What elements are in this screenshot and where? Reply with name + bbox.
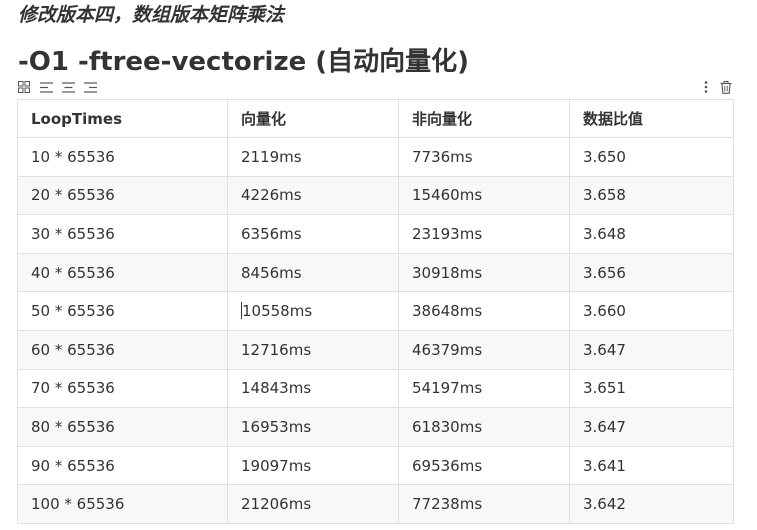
- cell-vectorized[interactable]: 12716ms: [227, 329, 399, 370]
- header-non-vectorized[interactable]: 非向量化: [398, 99, 570, 138]
- cell-looptimes[interactable]: 20 * 65536: [17, 175, 228, 216]
- table-row: 30 * 65536 6356ms 23193ms 3.648: [17, 214, 734, 254]
- cell-ratio[interactable]: 3.642: [569, 484, 734, 524]
- cell-ratio[interactable]: 3.651: [569, 368, 734, 409]
- cell-non-vectorized[interactable]: 15460ms: [398, 175, 570, 216]
- table-row: 60 * 65536 12716ms 46379ms 3.647: [17, 329, 734, 370]
- table-row: 70 * 65536 14843ms 54197ms 3.651: [17, 368, 734, 409]
- trash-icon[interactable]: [719, 80, 733, 94]
- cell-vectorized-text: 10558ms: [242, 302, 313, 321]
- more-vertical-icon[interactable]: [699, 80, 713, 94]
- header-looptimes[interactable]: LoopTimes: [17, 99, 228, 138]
- cell-non-vectorized[interactable]: 7736ms: [398, 137, 570, 177]
- table-row: 40 * 65536 8456ms 30918ms 3.656: [17, 252, 734, 293]
- cell-looptimes[interactable]: 10 * 65536: [17, 137, 228, 177]
- align-right-icon[interactable]: [83, 80, 97, 94]
- cell-vectorized[interactable]: 14843ms: [227, 368, 399, 409]
- cell-non-vectorized[interactable]: 30918ms: [398, 252, 570, 293]
- cell-looptimes[interactable]: 100 * 65536: [17, 484, 228, 524]
- table-toolbar-left: [17, 78, 105, 96]
- grid-icon[interactable]: [17, 80, 31, 94]
- cell-ratio[interactable]: 3.658: [569, 175, 734, 216]
- cell-vectorized[interactable]: 16953ms: [227, 407, 399, 447]
- header-vectorized[interactable]: 向量化: [227, 99, 399, 138]
- cell-vectorized[interactable]: 19097ms: [227, 445, 399, 486]
- align-center-icon[interactable]: [61, 80, 75, 94]
- cell-looptimes[interactable]: 70 * 65536: [17, 368, 228, 409]
- cell-non-vectorized[interactable]: 46379ms: [398, 329, 570, 370]
- cell-looptimes[interactable]: 30 * 65536: [17, 214, 228, 254]
- benchmark-table: LoopTimes 向量化 非向量化 数据比值 10 * 65536 2119m…: [17, 99, 734, 524]
- cell-ratio[interactable]: 3.660: [569, 291, 734, 331]
- table-row: 100 * 65536 21206ms 77238ms 3.642: [17, 484, 734, 524]
- cell-ratio[interactable]: 3.647: [569, 329, 734, 370]
- cell-ratio[interactable]: 3.647: [569, 407, 734, 447]
- cell-non-vectorized[interactable]: 54197ms: [398, 368, 570, 409]
- table-header-row: LoopTimes 向量化 非向量化 数据比值: [17, 99, 734, 138]
- cell-non-vectorized[interactable]: 77238ms: [398, 484, 570, 524]
- page-heading: -O1 -ftree-vectorize (自动向量化): [18, 47, 470, 77]
- cell-looptimes[interactable]: 40 * 65536: [17, 252, 228, 293]
- table-row: 50 * 65536 10558ms 38648ms 3.660: [17, 291, 734, 331]
- cell-vectorized[interactable]: 21206ms: [227, 484, 399, 524]
- table-row: 20 * 65536 4226ms 15460ms 3.658: [17, 175, 734, 216]
- cell-non-vectorized[interactable]: 69536ms: [398, 445, 570, 486]
- cell-ratio[interactable]: 3.648: [569, 214, 734, 254]
- cell-vectorized[interactable]: 2119ms: [227, 137, 399, 177]
- table-toolbar-right: [693, 78, 733, 96]
- cell-vectorized[interactable]: 6356ms: [227, 214, 399, 254]
- cell-looptimes[interactable]: 50 * 65536: [17, 291, 228, 331]
- header-ratio[interactable]: 数据比值: [569, 99, 734, 138]
- cell-non-vectorized[interactable]: 23193ms: [398, 214, 570, 254]
- cell-vectorized[interactable]: 4226ms: [227, 175, 399, 216]
- table-row: 10 * 65536 2119ms 7736ms 3.650: [17, 137, 734, 177]
- table-row: 80 * 65536 16953ms 61830ms 3.647: [17, 407, 734, 447]
- cell-non-vectorized[interactable]: 38648ms: [398, 291, 570, 331]
- cell-ratio[interactable]: 3.650: [569, 137, 734, 177]
- cell-looptimes[interactable]: 60 * 65536: [17, 329, 228, 370]
- cell-vectorized[interactable]: 8456ms: [227, 252, 399, 293]
- table-toolbar: [17, 78, 733, 96]
- cell-ratio[interactable]: 3.656: [569, 252, 734, 293]
- cell-looptimes[interactable]: 80 * 65536: [17, 407, 228, 447]
- cell-vectorized-editing[interactable]: 10558ms: [227, 291, 399, 331]
- cell-non-vectorized[interactable]: 61830ms: [398, 407, 570, 447]
- section-subtitle: 修改版本四，数组版本矩阵乘法: [18, 4, 285, 26]
- cell-ratio[interactable]: 3.641: [569, 445, 734, 486]
- table-row: 90 * 65536 19097ms 69536ms 3.641: [17, 445, 734, 486]
- cell-looptimes[interactable]: 90 * 65536: [17, 445, 228, 486]
- align-left-icon[interactable]: [39, 80, 53, 94]
